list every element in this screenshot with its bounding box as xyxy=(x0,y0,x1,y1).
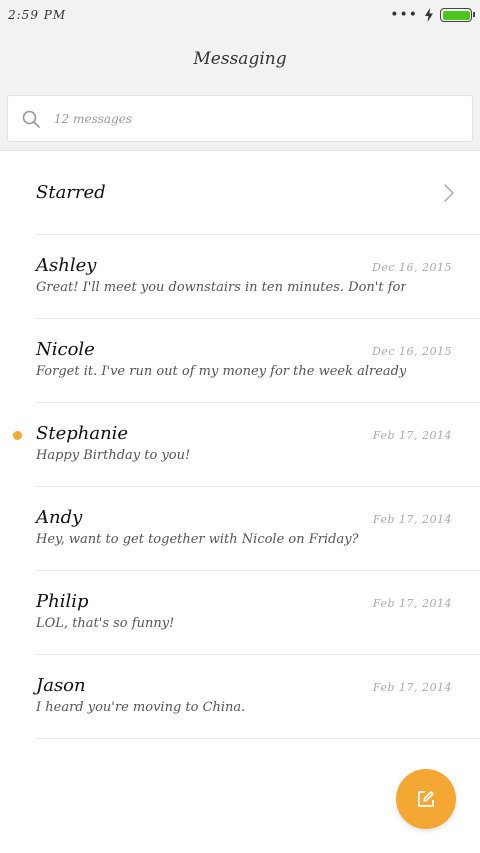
list-item[interactable]: Andy Feb 17, 2014 Hey, want to get toget… xyxy=(36,487,480,571)
message-preview: LOL, that's so funny! xyxy=(36,616,175,631)
message-preview: Great! I'll meet you downstairs in ten m… xyxy=(36,280,406,295)
contact-name: Philip xyxy=(36,591,89,612)
more-dots-icon: ••• xyxy=(390,7,418,23)
list-item[interactable]: Philip Feb 17, 2014 LOL, that's so funny… xyxy=(36,571,480,655)
unread-dot-icon xyxy=(13,431,22,440)
search-input[interactable]: 12 messages xyxy=(7,95,473,142)
search-area: 12 messages xyxy=(0,88,480,151)
contact-name: Jason xyxy=(36,675,86,696)
list-item[interactable]: Nicole Dec 16, 2015 Forget it. I've run … xyxy=(36,319,480,403)
contact-name: Ashley xyxy=(36,255,97,276)
message-preview: Happy Birthday to you! xyxy=(36,448,191,463)
contact-name: Andy xyxy=(36,507,83,528)
message-date: Dec 16, 2015 xyxy=(372,261,452,274)
search-placeholder: 12 messages xyxy=(54,111,132,126)
compose-icon xyxy=(418,791,434,807)
list-item[interactable]: Jason Feb 17, 2014 I heard you're moving… xyxy=(36,655,480,739)
contact-name: Nicole xyxy=(36,339,95,360)
status-bar: 2:59 PM ••• xyxy=(0,0,480,30)
app-header: Messaging xyxy=(0,30,480,88)
status-icons: ••• xyxy=(390,7,475,23)
message-preview: Forget it. I've run out of my money for … xyxy=(36,364,406,379)
message-date: Feb 17, 2014 xyxy=(372,681,452,694)
message-date: Feb 17, 2014 xyxy=(372,429,452,442)
contact-name: Stephanie xyxy=(36,423,129,444)
chevron-right-icon xyxy=(444,183,454,202)
list-item[interactable]: Ashley Dec 16, 2015 Great! I'll meet you… xyxy=(36,235,480,319)
message-date: Dec 16, 2015 xyxy=(372,345,452,358)
starred-row[interactable]: Starred xyxy=(36,151,480,235)
search-icon xyxy=(22,110,40,128)
list-item[interactable]: Stephanie Feb 17, 2014 Happy Birthday to… xyxy=(13,403,480,487)
starred-label: Starred xyxy=(36,182,106,203)
message-preview: I heard you're moving to China. xyxy=(36,700,246,715)
compose-button[interactable] xyxy=(396,769,456,829)
status-time: 2:59 PM xyxy=(8,8,67,22)
charging-icon xyxy=(425,8,433,22)
message-list: Ashley Dec 16, 2015 Great! I'll meet you… xyxy=(0,235,480,739)
message-date: Feb 17, 2014 xyxy=(372,513,452,526)
battery-icon xyxy=(440,8,475,22)
message-preview: Hey, want to get together with Nicole on… xyxy=(36,532,359,547)
message-date: Feb 17, 2014 xyxy=(372,597,452,610)
page-title: Messaging xyxy=(193,49,287,69)
